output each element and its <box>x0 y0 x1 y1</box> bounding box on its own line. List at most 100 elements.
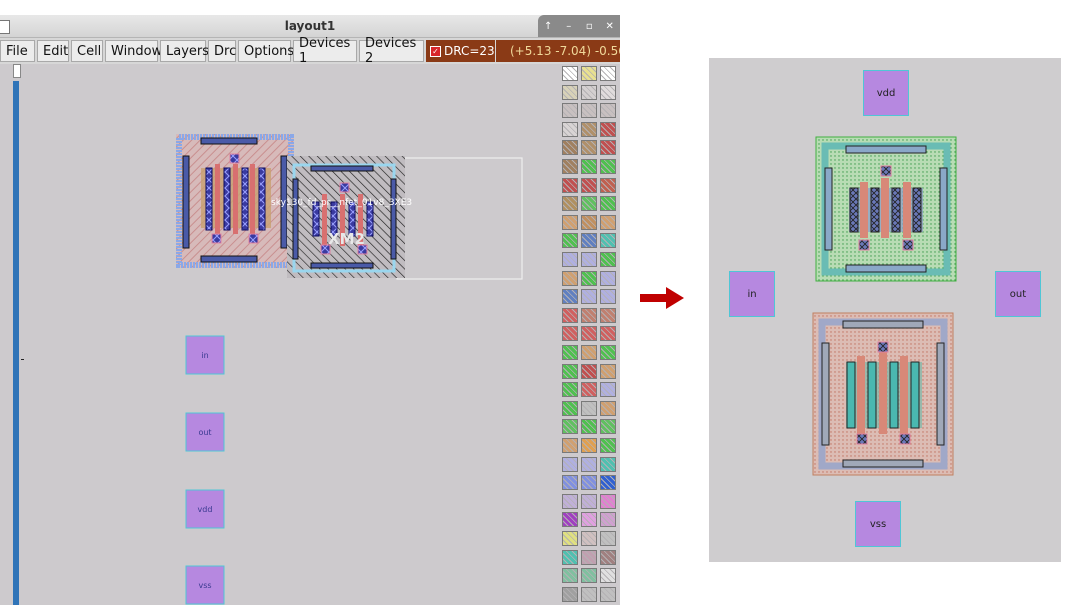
layer-swatch[interactable] <box>581 66 597 81</box>
layer-swatch[interactable] <box>581 326 597 342</box>
layer-swatch[interactable] <box>581 345 597 360</box>
layer-swatch[interactable] <box>600 196 616 212</box>
layer-swatch[interactable] <box>581 475 597 491</box>
layer-swatch[interactable] <box>581 400 597 416</box>
layer-swatch[interactable] <box>600 586 616 602</box>
layer-swatch[interactable] <box>581 289 597 305</box>
layer-swatch[interactable] <box>600 84 616 100</box>
layer-swatch[interactable] <box>581 233 597 249</box>
menu-layers[interactable]: Layers <box>160 40 209 62</box>
keep-on-top-icon[interactable]: ↑ <box>542 21 554 32</box>
menu-devices-1[interactable]: Devices 1 <box>293 36 357 66</box>
menu-drc[interactable]: Drc <box>208 40 236 62</box>
layer-swatch[interactable] <box>600 568 616 584</box>
layer-swatch[interactable] <box>562 586 578 602</box>
layer-swatch[interactable] <box>600 103 616 119</box>
layer-swatch[interactable] <box>600 270 616 286</box>
layer-swatch[interactable] <box>562 289 578 305</box>
layer-swatch[interactable] <box>581 140 597 156</box>
scroll-arrow-icon[interactable] <box>13 64 21 78</box>
layer-swatch[interactable] <box>581 307 597 323</box>
layer-swatch[interactable] <box>562 382 578 398</box>
layer-swatch[interactable] <box>562 121 578 137</box>
layer-swatch[interactable] <box>581 196 597 212</box>
menu-devices-2[interactable]: Devices 2 <box>359 36 424 66</box>
layer-swatch[interactable] <box>562 177 578 193</box>
layer-swatch[interactable] <box>581 159 597 174</box>
layer-swatch[interactable] <box>562 549 578 565</box>
layer-swatch[interactable] <box>600 382 616 398</box>
menu-window[interactable]: Window <box>105 40 162 62</box>
layer-swatch[interactable] <box>600 512 616 528</box>
layer-swatch[interactable] <box>581 419 597 435</box>
layer-swatch[interactable] <box>562 531 578 546</box>
title-bar[interactable]: layout1 ↑ – ▫ ✕ <box>0 15 620 38</box>
menu-options[interactable]: Options <box>238 40 294 62</box>
menu-file[interactable]: File <box>0 40 35 62</box>
layer-swatch[interactable] <box>600 233 616 249</box>
layer-swatch[interactable] <box>600 363 616 379</box>
minimize-icon[interactable]: – <box>563 21 575 32</box>
close-icon[interactable]: ✕ <box>604 21 616 32</box>
layer-swatch[interactable] <box>600 252 616 267</box>
menu-cell[interactable]: Cell <box>71 40 103 62</box>
drc-toggle[interactable]: ✓ DRC=23 <box>426 40 495 62</box>
canvas-pin-out[interactable]: out <box>185 412 225 452</box>
layer-swatch[interactable] <box>600 419 616 435</box>
layer-swatch[interactable] <box>600 159 616 174</box>
layer-swatch[interactable] <box>581 568 597 584</box>
canvas-pin-in[interactable]: in <box>185 335 225 375</box>
layer-swatch[interactable] <box>600 400 616 416</box>
layer-swatch[interactable] <box>581 493 597 509</box>
layer-swatch[interactable] <box>600 326 616 342</box>
layer-swatch[interactable] <box>600 140 616 156</box>
layer-swatch[interactable] <box>562 326 578 342</box>
drc-checkbox-icon[interactable]: ✓ <box>430 45 441 57</box>
layer-swatch[interactable] <box>562 66 578 81</box>
layer-swatch[interactable] <box>562 196 578 212</box>
canvas-pin-vdd[interactable]: vdd <box>185 489 225 529</box>
menu-edit[interactable]: Edit <box>37 40 69 62</box>
layer-swatch[interactable] <box>562 475 578 491</box>
layer-swatch[interactable] <box>581 214 597 230</box>
layer-swatch[interactable] <box>581 456 597 472</box>
layer-swatch[interactable] <box>562 307 578 323</box>
layer-swatch[interactable] <box>562 568 578 584</box>
layer-swatch[interactable] <box>581 586 597 602</box>
layer-swatch[interactable] <box>581 270 597 286</box>
layer-swatch[interactable] <box>581 438 597 453</box>
layer-swatch[interactable] <box>581 382 597 398</box>
layer-swatch[interactable] <box>562 214 578 230</box>
layer-swatch[interactable] <box>581 177 597 193</box>
layer-swatch[interactable] <box>600 549 616 565</box>
nfet-device[interactable]: XM2 <box>287 156 405 278</box>
layer-swatch[interactable] <box>581 549 597 565</box>
layer-swatch[interactable] <box>600 456 616 472</box>
maximize-icon[interactable]: ▫ <box>583 21 595 32</box>
layer-swatch[interactable] <box>600 214 616 230</box>
layer-swatch[interactable] <box>562 493 578 509</box>
layer-swatch[interactable] <box>562 345 578 360</box>
layer-swatch[interactable] <box>562 252 578 267</box>
layer-swatch[interactable] <box>581 512 597 528</box>
layer-swatch[interactable] <box>562 84 578 100</box>
layer-swatch[interactable] <box>600 177 616 193</box>
layer-swatch[interactable] <box>600 121 616 137</box>
layer-swatch[interactable] <box>600 66 616 81</box>
layer-swatch[interactable] <box>562 456 578 472</box>
layer-swatch[interactable] <box>562 103 578 119</box>
layer-swatch[interactable] <box>562 512 578 528</box>
layer-swatch[interactable] <box>600 289 616 305</box>
layer-swatch[interactable] <box>562 438 578 453</box>
scroll-thumb[interactable] <box>13 81 19 605</box>
layer-swatch[interactable] <box>600 493 616 509</box>
layer-swatch[interactable] <box>562 419 578 435</box>
layer-swatch[interactable] <box>562 233 578 249</box>
layer-swatch[interactable] <box>562 159 578 174</box>
layer-swatch[interactable] <box>562 363 578 379</box>
layer-swatch[interactable] <box>600 475 616 491</box>
layer-swatch[interactable] <box>581 84 597 100</box>
layer-swatch[interactable] <box>581 531 597 546</box>
layer-swatch[interactable] <box>581 363 597 379</box>
layer-swatch[interactable] <box>600 345 616 360</box>
